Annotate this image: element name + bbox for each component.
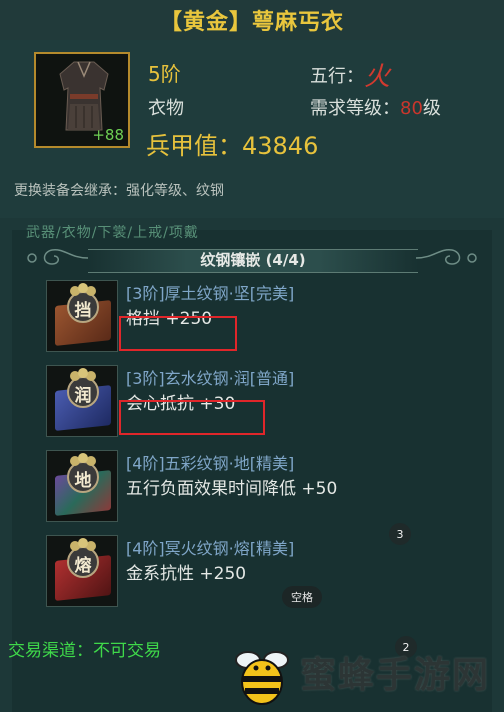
gem-char: 地 — [74, 471, 92, 491]
element-row: 五行： 火 — [310, 56, 390, 93]
item-icon-frame[interactable]: +88 — [34, 52, 130, 148]
item-tier: 5阶 — [148, 62, 181, 86]
trade-channel: 交易渠道：不可交易 — [8, 641, 161, 661]
required-level-row: 需求等级：80级 — [310, 94, 441, 120]
gem-slot-4[interactable]: 熔 [4阶]冥火纹钢·熔[精美] 金系抗性 +250 — [46, 535, 486, 609]
gem-icon-frame[interactable]: 地 — [46, 450, 118, 522]
gem-effect: 金系抗性 +250 — [126, 564, 247, 584]
required-level-label: 需求等级： — [310, 98, 400, 119]
item-title-bar: 【黄金】萼麻丐衣 — [0, 0, 504, 40]
inherit-note: 更换装备会继承：强化等级、纹钢 — [14, 183, 224, 199]
gem-icon-frame[interactable]: 挡 — [46, 280, 118, 352]
gem-slot-1[interactable]: 挡 [3阶]厚土纹钢·坚[完美] 格挡 +250 — [46, 280, 486, 354]
space-key-hint[interactable]: 空格 — [282, 586, 322, 608]
bee-logo-icon — [235, 651, 289, 705]
equipment-tabs[interactable]: 武器/衣物/下裳/上戒/项戴 — [26, 222, 199, 242]
gem-slot-2[interactable]: 润 [3阶]玄水纹钢·润[普通] 会心抵抗 +30 — [46, 365, 486, 439]
section-title: 纹钢镶嵌 (4/4) — [200, 250, 306, 269]
required-level-suffix: 级 — [422, 98, 441, 119]
armor-row: 兵甲值：43846 — [146, 126, 318, 161]
gem-char: 挡 — [74, 301, 92, 321]
gem-icon-frame[interactable]: 润 — [46, 365, 118, 437]
armor-value: 43846 — [242, 132, 319, 160]
highlight-box-2 — [119, 400, 265, 435]
armor-label: 兵甲值： — [146, 132, 242, 160]
enhance-level: +88 — [92, 126, 124, 144]
gem-name: [3阶]厚土纹钢·坚[完美] — [126, 284, 295, 303]
gem-name: [3阶]玄水纹钢·润[普通] — [126, 369, 295, 388]
gem-icon-frame[interactable]: 熔 — [46, 535, 118, 607]
item-type: 衣物 — [148, 98, 184, 119]
gem-slot-3[interactable]: 地 [4阶]五彩纹钢·地[精美] 五行负面效果时间降低 +50 — [46, 450, 486, 524]
gem-char: 润 — [74, 386, 92, 406]
gem-char: 熔 — [74, 556, 92, 576]
required-level-value: 80 — [400, 98, 423, 119]
gem-effect: 五行负面效果时间降低 +50 — [126, 479, 338, 499]
item-title: 【黄金】萼麻丐衣 — [159, 10, 344, 35]
gem-name: [4阶]冥火纹钢·熔[精美] — [126, 539, 295, 558]
robe-icon — [59, 61, 109, 131]
fire-element-icon: 火 — [364, 62, 391, 92]
gem-name: [4阶]五彩纹钢·地[精美] — [126, 454, 295, 473]
highlight-box-1 — [119, 316, 237, 351]
left-flourish-icon — [27, 249, 89, 265]
count-badge: 3 — [389, 523, 411, 545]
right-flourish-icon — [415, 249, 477, 265]
section-header: 纹钢镶嵌 (4/4) — [88, 246, 418, 273]
watermark-text: 蜜蜂手游网 — [300, 654, 491, 696]
element-label: 五行： — [310, 65, 364, 87]
watermark: 蜜蜂手游网 — [226, 640, 504, 712]
